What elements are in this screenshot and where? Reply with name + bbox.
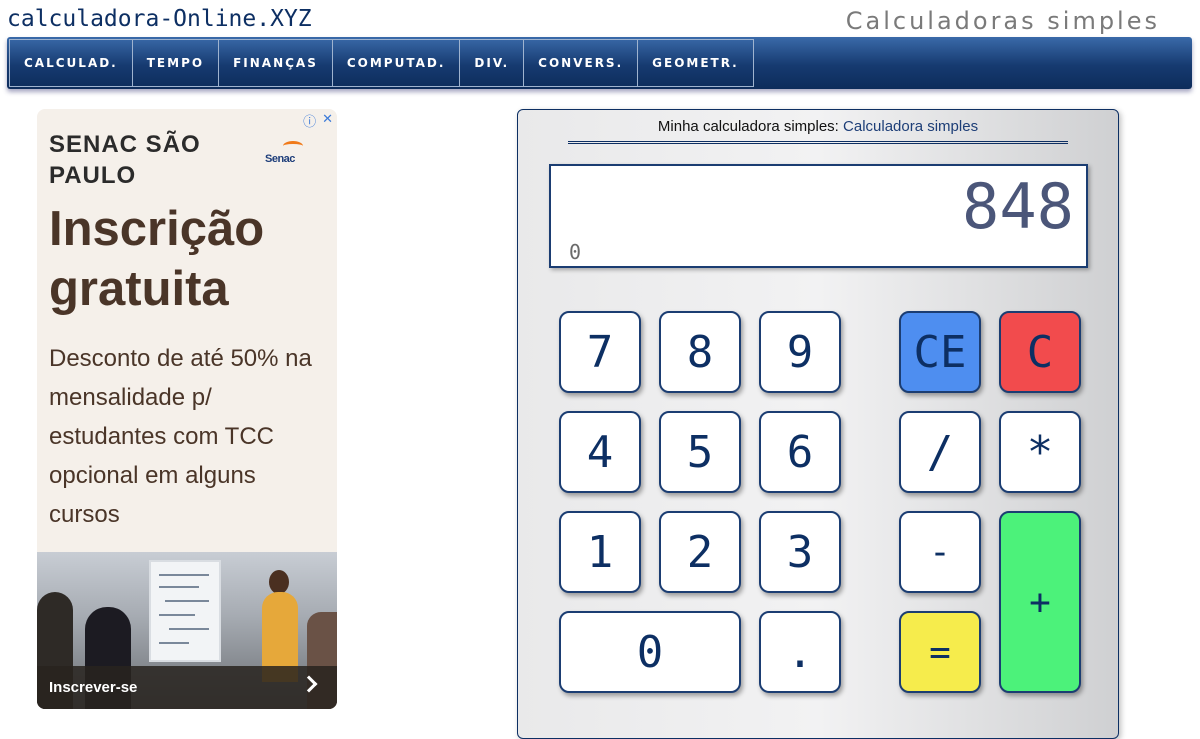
clear-button[interactable]: C xyxy=(999,311,1081,393)
key-6[interactable]: 6 xyxy=(759,411,841,493)
ad-brand: SENAC SÃO PAULO xyxy=(49,131,201,189)
decimal-point-button[interactable]: . xyxy=(759,611,841,693)
key-2[interactable]: 2 xyxy=(659,511,741,593)
equals-button[interactable]: = xyxy=(899,611,981,693)
key-8[interactable]: 8 xyxy=(659,311,741,393)
key-7[interactable]: 7 xyxy=(559,311,641,393)
key-5[interactable]: 5 xyxy=(659,411,741,493)
ad-cta-button[interactable]: Inscrever-se xyxy=(37,666,337,709)
key-0[interactable]: 0 xyxy=(559,611,741,693)
nav-item-geometria[interactable]: GEOMETR. xyxy=(638,39,754,87)
calculator-title: Minha calculadora simples: Calculadora s… xyxy=(518,118,1118,135)
nav-item-financas[interactable]: FINANÇAS xyxy=(219,39,333,87)
calculator: Minha calculadora simples: Calculadora s… xyxy=(517,109,1119,739)
divide-button[interactable]: / xyxy=(899,411,981,493)
display-value: 848 xyxy=(962,170,1074,243)
ad-choices[interactable]: ⓘ ✕ xyxy=(303,111,333,130)
calculator-title-prefix: Minha calculadora simples: xyxy=(657,118,844,135)
senac-logo: Senac xyxy=(265,139,313,169)
ad-cta-label: Inscrever-se xyxy=(49,679,138,696)
key-1[interactable]: 1 xyxy=(559,511,641,593)
minus-button[interactable]: - xyxy=(899,511,981,593)
nav-item-conversores[interactable]: CONVERS. xyxy=(524,39,639,87)
display-memory: 0 xyxy=(569,240,582,264)
main-nav: CALCULAD. TEMPO FINANÇAS COMPUTAD. DIV. … xyxy=(7,37,1192,89)
calculator-title-link[interactable]: Calculadora simples xyxy=(843,118,978,135)
key-4[interactable]: 4 xyxy=(559,411,641,493)
nav-item-computador[interactable]: COMPUTAD. xyxy=(332,39,461,87)
plus-button[interactable]: + xyxy=(999,511,1081,693)
site-title[interactable]: calculadora-Online.XYZ xyxy=(7,6,312,32)
key-3[interactable]: 3 xyxy=(759,511,841,593)
ad-headline: Inscrição gratuita xyxy=(49,202,265,316)
divider xyxy=(568,141,1068,144)
nav-item-tempo[interactable]: TEMPO xyxy=(132,39,220,87)
ad-banner[interactable]: ⓘ ✕ SENAC SÃO PAULO Senac Inscrição grat… xyxy=(37,109,337,709)
ad-body: Desconto de até 50% na mensalidade p/ es… xyxy=(49,345,312,528)
close-icon[interactable]: ✕ xyxy=(322,111,333,130)
info-icon[interactable]: ⓘ xyxy=(303,111,316,130)
key-9[interactable]: 9 xyxy=(759,311,841,393)
multiply-button[interactable]: * xyxy=(999,411,1081,493)
nav-item-calculadoras[interactable]: CALCULAD. xyxy=(9,39,133,87)
chevron-right-icon xyxy=(300,675,318,693)
calculator-display: 848 0 xyxy=(549,164,1088,268)
site-tagline: Calculadoras simples xyxy=(845,7,1160,35)
clear-entry-button[interactable]: CE xyxy=(899,311,981,393)
nav-item-diversos[interactable]: DIV. xyxy=(460,39,525,87)
